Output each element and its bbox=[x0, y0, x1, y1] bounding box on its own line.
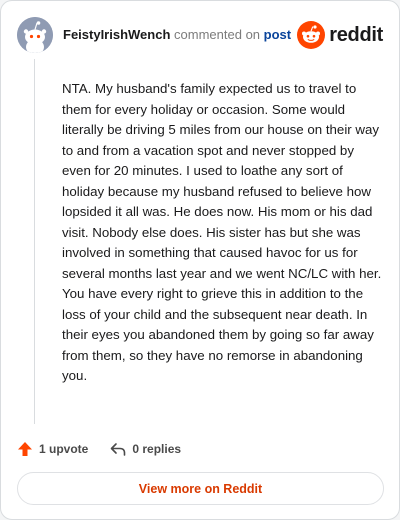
comment-embed-card: FeistyIrishWench commented on post reddi… bbox=[0, 0, 400, 520]
reply-arrow-icon bbox=[111, 443, 126, 456]
post-link[interactable]: post bbox=[264, 27, 291, 42]
view-more-label: View more on Reddit bbox=[138, 481, 263, 496]
comment-header: FeistyIrishWench commented on post reddi… bbox=[17, 17, 383, 53]
upvote-arrow-icon bbox=[18, 442, 32, 456]
replies-count: 0 replies bbox=[132, 442, 182, 456]
avatar[interactable] bbox=[17, 17, 53, 53]
reddit-wordmark: reddit bbox=[329, 23, 383, 46]
view-more-button[interactable]: View more on Reddit bbox=[17, 472, 384, 505]
snoo-avatar-icon bbox=[17, 17, 53, 53]
comment-meta: FeistyIrishWench commented on post bbox=[63, 27, 291, 42]
commented-on-text: commented on bbox=[174, 27, 261, 42]
reddit-logo[interactable]: reddit bbox=[297, 21, 383, 49]
upvote-count: 1 upvote bbox=[39, 442, 89, 456]
comment-actions: 1 upvote 0 replies bbox=[17, 439, 203, 459]
replies-button[interactable]: 0 replies bbox=[110, 441, 181, 457]
comment-body: NTA. My husband's family expected us to … bbox=[62, 81, 382, 383]
upvote-button[interactable]: 1 upvote bbox=[17, 441, 88, 457]
thread-line bbox=[34, 59, 35, 424]
reddit-logo-icon bbox=[297, 21, 326, 49]
username-link[interactable]: FeistyIrishWench bbox=[63, 27, 170, 42]
